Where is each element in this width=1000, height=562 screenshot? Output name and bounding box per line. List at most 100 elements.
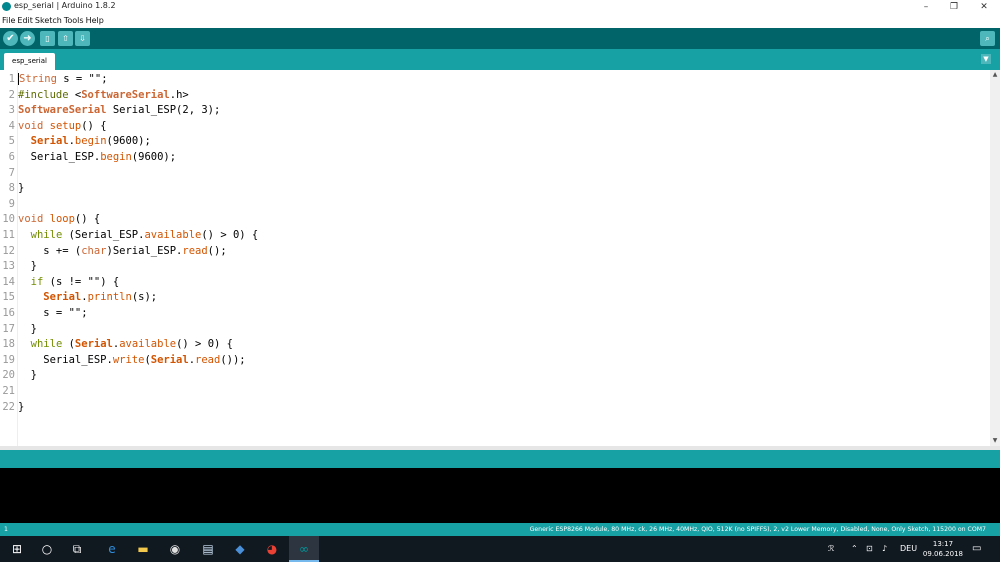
line-number: 8 [8,182,15,195]
code-text: s = ""; [18,307,88,319]
window-titlebar: esp_serial | Arduino 1.8.2 – ❐ ✕ [0,0,1000,14]
code-line[interactable]: 8} [0,181,990,197]
clock-date: 09.06.2018 [922,550,963,558]
tray-chevron-icon[interactable]: ⌃ [851,536,858,562]
search-icon[interactable]: ○ [32,536,62,562]
code-line[interactable]: 2 #include <SoftwareSerial.h> [0,88,990,104]
code-text: } [18,400,25,413]
paint-icon[interactable]: ◉ [160,536,190,562]
code-text: Serial.println(s); [43,291,158,304]
code-line[interactable]: 5 Serial.begin(9600); [0,134,990,150]
code-line[interactable]: 7 [0,166,990,182]
code-text: s += (char)Serial_ESP.read(); [18,244,227,257]
menu-file[interactable]: File [2,14,15,28]
menu-help[interactable]: Help [86,14,104,28]
thunderbird-icon[interactable]: ◆ [225,536,255,562]
menu-tools[interactable]: Tools [64,14,84,28]
code-text: } [18,260,37,273]
code-text: #include <SoftwareSerial.h> [18,88,189,101]
task-view-icon[interactable]: ⧉ [62,536,92,562]
code-text: } [18,322,37,335]
line-number: 12 [2,244,15,257]
save-button[interactable]: ⇩ [75,31,90,46]
code-text: } [18,369,37,382]
clock-time: 13:17 [932,540,954,548]
line-number: 15 [2,291,15,304]
line-number: 4 [8,119,15,132]
board-info: Generic ESP8266 Module, 80 MHz, ck, 26 M… [529,526,986,533]
clock[interactable]: 13:17 09.06.2018 [923,539,963,559]
edge-icon[interactable]: e [97,536,127,562]
line-number: 13 [2,260,15,273]
network-icon[interactable]: ⊡ [866,536,873,562]
code-line[interactable]: 17 } [0,322,990,338]
code-text: } [18,182,25,195]
file-explorer-icon[interactable]: ▬ [128,536,158,562]
open-button[interactable]: ⇧ [58,31,73,46]
tab-menu-button[interactable]: ▼ [981,54,991,64]
code-line[interactable]: 16 s = ""; [0,306,990,322]
chrome-icon[interactable]: ◕ [257,536,287,562]
scroll-down-arrow-icon[interactable]: ▼ [990,436,1000,446]
code-text: while (Serial_ESP.available() > 0) { [30,229,259,241]
code-text: String s = ""; [18,73,108,85]
serial-monitor-button[interactable]: ⌕ [980,31,995,46]
line-number: 2 [8,88,15,101]
code-text: Serial_ESP.begin(9600); [18,151,177,163]
tab-esp-serial[interactable]: esp_serial [4,53,55,70]
tab-bar: esp_serial ▼ [0,49,1000,70]
code-line[interactable]: 11 while (Serial_ESP.available() > 0) { [0,228,990,244]
line-number: 17 [2,322,15,335]
line-number: 18 [2,338,15,351]
restore-button[interactable]: ❐ [939,0,969,14]
code-line[interactable]: 12 s += (char)Serial_ESP.read(); [0,244,990,260]
line-number: 10 [2,213,15,226]
code-line[interactable]: 18 while (Serial.available() > 0) { [0,337,990,353]
line-number: 19 [2,353,15,366]
code-line[interactable]: 13 } [0,259,990,275]
console-output [0,468,1000,523]
status-bar: 1 Generic ESP8266 Module, 80 MHz, ck, 26… [0,523,1000,536]
code-line[interactable]: 20 } [0,368,990,384]
code-line[interactable]: 21 [0,384,990,400]
code-line[interactable]: 14 if (s != "") { [0,275,990,291]
line-number: 11 [2,229,15,241]
code-line[interactable]: 4 void setup() { [0,119,990,135]
code-text: while (Serial.available() > 0) { [30,338,233,351]
volume-icon[interactable]: ♪ [882,536,887,562]
code-editor[interactable]: 1 String s = ""; 2 #include <SoftwareSerial… [0,70,990,446]
upload-button[interactable]: ➜ [20,31,35,46]
arduino-icon[interactable]: ∞ [289,536,319,562]
code-text: void setup() { [18,119,107,132]
line-number: 6 [8,151,15,163]
code-line[interactable]: 1 String s = ""; [0,72,990,88]
code-line[interactable]: 9 [0,197,990,213]
scroll-up-arrow-icon[interactable]: ▲ [990,70,1000,80]
close-button[interactable]: ✕ [969,0,999,14]
line-number: 20 [2,369,15,382]
code-line[interactable]: 6 Serial_ESP.begin(9600); [0,150,990,166]
verify-button[interactable]: ✔ [3,31,18,46]
code-line[interactable]: 15 Serial.println(s); [0,290,990,306]
line-number: 1 [8,73,15,85]
line-number: 9 [8,197,15,210]
start-icon[interactable]: ⊞ [2,536,32,562]
code-line[interactable]: 22} [0,400,990,416]
vertical-scrollbar[interactable]: ▲ ▼ [990,70,1000,446]
minimize-button[interactable]: – [911,0,941,14]
notification-icon[interactable]: ▭ [972,536,981,562]
notepad-icon[interactable]: ▤ [193,536,223,562]
people-icon[interactable]: ℛ [828,536,834,562]
code-line[interactable]: 19 Serial_ESP.write(Serial.read()); [0,353,990,369]
language-indicator[interactable]: DEU [900,536,917,562]
arduino-logo-icon [2,2,11,11]
line-number: 5 [8,135,15,148]
menu-sketch[interactable]: Sketch [35,14,62,28]
menu-edit[interactable]: Edit [17,14,33,28]
code-line[interactable]: 3 SoftwareSerial Serial_ESP(2, 3); [0,103,990,119]
new-button[interactable]: ▯ [40,31,55,46]
code-text: void loop() { [18,213,101,226]
code-line[interactable]: 10 void loop() { [0,212,990,228]
code-text: Serial_ESP.write(Serial.read()); [18,353,246,366]
windows-taskbar: ⊞ ○ ⧉ e ▬ ◉ ▤ ◆ ◕ ∞ ℛ ⌃ ⊡ ♪ DEU 13:17 09.06.20… [0,536,1000,562]
